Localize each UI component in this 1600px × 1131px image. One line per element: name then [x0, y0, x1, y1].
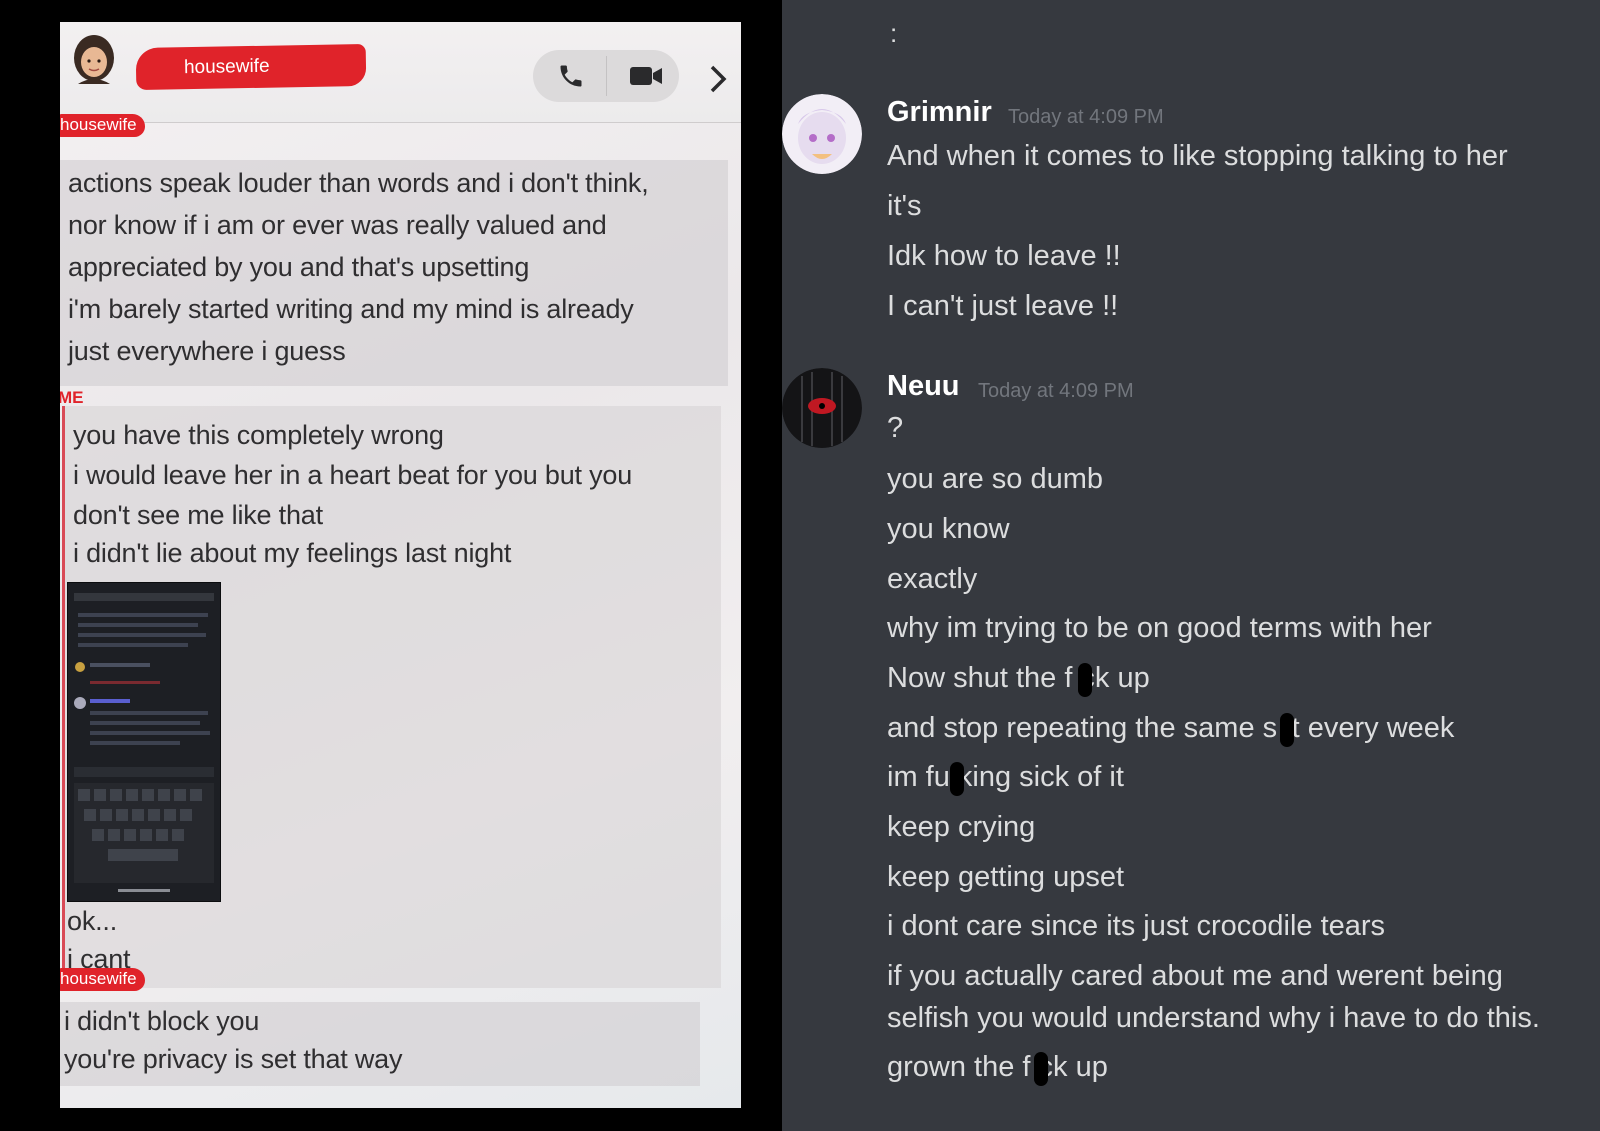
author-name[interactable]: Neuu: [887, 370, 960, 403]
message-line: i would leave her in a heart beat for yo…: [73, 460, 633, 490]
chevron-right-icon[interactable]: [708, 64, 728, 94]
memoji-avatar-icon[interactable]: [72, 34, 116, 86]
phone-screenshot: housewife housewife actions speak louder…: [60, 22, 741, 1108]
message-line: you know: [887, 513, 1010, 545]
author-name[interactable]: Grimnir: [887, 96, 992, 129]
discord-chat: : Grimnir Today at 4:09 PM And when it c…: [782, 0, 1600, 1131]
message-line: exactly: [887, 563, 978, 595]
user-avatar[interactable]: [782, 368, 862, 448]
sender-label: housewife: [60, 968, 145, 991]
message-line: just everywhere i guess: [68, 336, 346, 366]
message-line: you're privacy is set that way: [64, 1044, 403, 1074]
censor-mark: [1034, 1052, 1048, 1086]
message-fragment: :: [890, 18, 898, 48]
message-line: i dont care since its just crocodile tea…: [887, 910, 1386, 942]
message-line: don't see me like that: [73, 500, 323, 530]
message-line: nor know if i am or ever was really valu…: [68, 210, 607, 240]
message-line: i didn't block you: [64, 1006, 260, 1036]
message-line: selfish you would understand why i have …: [887, 1002, 1540, 1034]
sender-label: housewife: [60, 114, 145, 137]
message-line: i'm barely started writing and my mind i…: [68, 294, 634, 324]
message-line: if you actually cared about me and weren…: [887, 960, 1503, 992]
message-line: grown the f ck up: [887, 1051, 1108, 1083]
message-line: And when it comes to like stopping talki…: [887, 140, 1508, 172]
contact-name[interactable]: housewife: [135, 43, 367, 91]
message-line: you are so dumb: [887, 463, 1104, 495]
message-line: Now shut the f ck up: [887, 662, 1150, 694]
video-icon[interactable]: [629, 64, 663, 88]
message-line: keep crying: [887, 811, 1036, 843]
message-line: you have this completely wrong: [73, 420, 444, 450]
attached-screenshot-thumbnail[interactable]: [67, 582, 221, 902]
user-avatar[interactable]: [782, 94, 862, 174]
message-line: and stop repeating the same s it every w…: [887, 712, 1455, 744]
timestamp: Today at 4:09 PM: [978, 380, 1134, 402]
phone-icon[interactable]: [557, 62, 585, 90]
message-line: ok...: [67, 906, 118, 936]
censor-mark: [1078, 663, 1092, 697]
message-line: Idk how to leave !!: [887, 240, 1121, 272]
censor-mark: [1280, 713, 1294, 747]
message-line: i didn't lie about my feelings last nigh…: [73, 538, 512, 568]
message-line: ?: [887, 412, 904, 444]
message-line: keep getting upset: [887, 861, 1125, 893]
message-line: it's: [887, 190, 922, 222]
timestamp: Today at 4:09 PM: [1008, 106, 1164, 128]
message-bubble-housewife-1: actions speak louder than words and i do…: [60, 160, 728, 386]
me-label: ME: [60, 388, 84, 407]
chat-header: housewife: [60, 22, 741, 123]
message-bubble-housewife-2: i didn't block you you're privacy is set…: [60, 1002, 700, 1086]
message-line: I can't just leave !!: [887, 290, 1119, 322]
censor-mark: [950, 762, 964, 796]
message-line: why im trying to be on good terms with h…: [887, 612, 1432, 644]
message-line: actions speak louder than words and i do…: [68, 168, 649, 198]
call-buttons: [533, 50, 679, 102]
message-line: appreciated by you and that's upsetting: [68, 252, 530, 282]
message-line: im fu king sick of it: [887, 761, 1124, 793]
